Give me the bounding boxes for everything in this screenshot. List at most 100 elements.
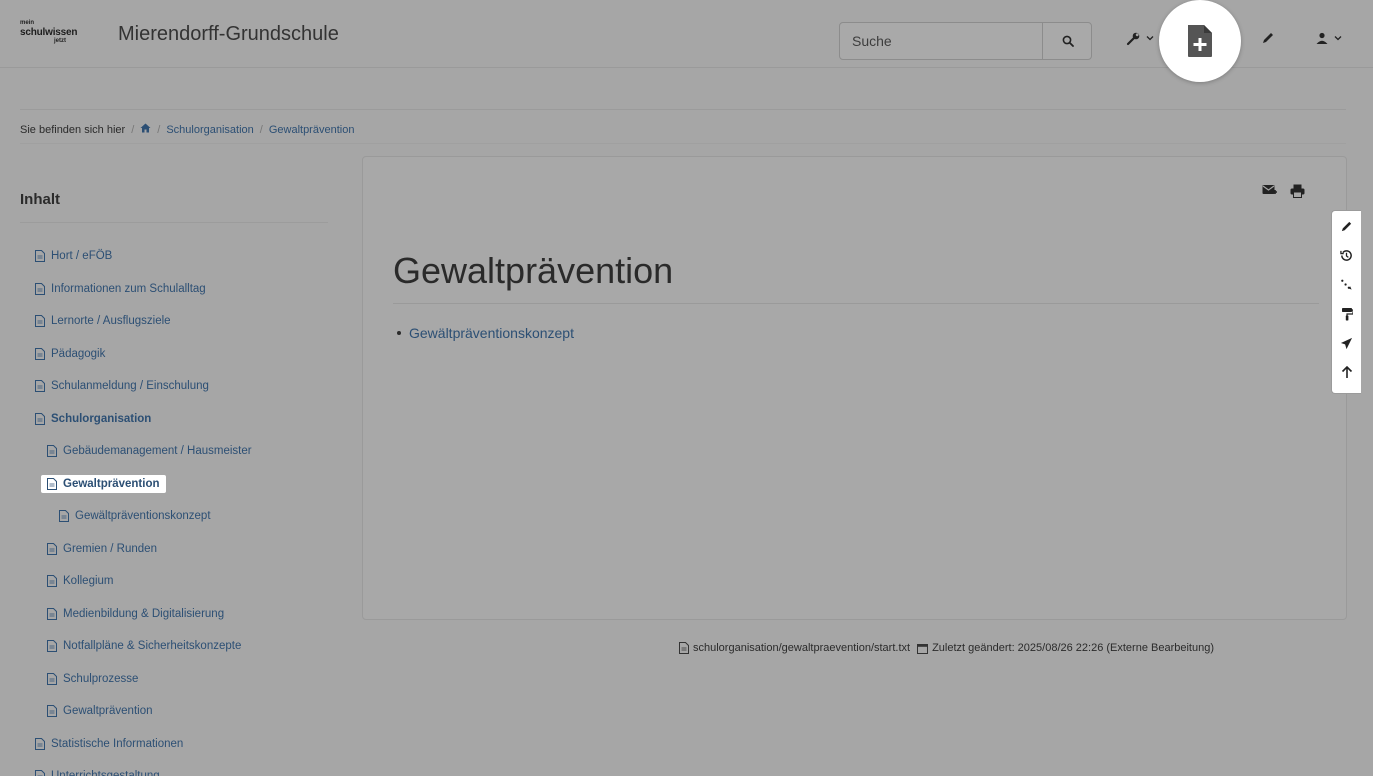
card-toolbar xyxy=(1262,184,1305,203)
paint-roller-icon xyxy=(1341,307,1354,321)
page-tool-backlinks[interactable] xyxy=(1340,278,1353,296)
create-page-button[interactable] xyxy=(1159,0,1241,82)
site-title[interactable]: Mierendorff-Grundschule xyxy=(118,23,339,46)
document-path: schulorganisation/gewaltpraevention/star… xyxy=(693,642,911,654)
sidebar-item[interactable]: Lernorte / Ausflugsziele xyxy=(35,315,171,327)
content-link-list: Gewältpräventionskonzept xyxy=(397,325,574,341)
sidebar-item[interactable]: Unterrichtsgestaltung xyxy=(35,770,160,776)
sidebar-item[interactable]: Medienbildung & Digitalisierung xyxy=(47,607,225,620)
sidebar-item-label: Statistische Informationen xyxy=(51,737,184,750)
site-header: mein schulwissen jetzt Mierendorff-Grund… xyxy=(0,0,1373,82)
title-divider xyxy=(393,303,1319,304)
page-title: Gewaltprävention xyxy=(393,250,674,291)
page-icon xyxy=(47,705,57,717)
page-tool-format[interactable] xyxy=(1341,307,1354,326)
backlinks-icon xyxy=(1341,279,1352,290)
breadcrumb-home-link[interactable] xyxy=(140,123,151,136)
sidebar-item-label: Gewältpräventionskonzept xyxy=(75,510,211,522)
search-button[interactable] xyxy=(1042,23,1092,59)
page-tool-edit[interactable] xyxy=(1340,220,1353,238)
send-icon xyxy=(1340,337,1353,349)
sidebar-item-label: Schulanmeldung / Einschulung xyxy=(51,380,209,392)
sidebar-item[interactable]: Kollegium xyxy=(47,575,114,587)
breadcrumb-prefix: Sie befinden sich hier xyxy=(20,123,126,136)
page-tool-send[interactable] xyxy=(1340,337,1353,355)
sidebar-item-label: Kollegium xyxy=(63,575,114,587)
page-tools-rail xyxy=(1331,210,1361,394)
logo-text-bottom: jetzt xyxy=(54,38,66,44)
home-icon xyxy=(140,123,151,133)
search-input[interactable] xyxy=(840,23,1042,59)
sidebar-item-label: Informationen zum Schulalltag xyxy=(51,282,206,295)
history-icon xyxy=(1340,250,1352,262)
logo-text-main: schulwissen xyxy=(20,27,78,38)
site-logo[interactable]: mein schulwissen jetzt xyxy=(20,20,92,50)
breadcrumb-separator: / xyxy=(157,123,161,136)
sidebar-item[interactable]: Hort / eFÖB xyxy=(35,250,112,262)
page-tool-back-to-top[interactable] xyxy=(1341,365,1353,384)
sidebar-item-label: Schulprozesse xyxy=(63,672,139,685)
sidebar-item[interactable]: Schulprozesse xyxy=(47,672,139,685)
sidebar-item-label: Gewaltprävention xyxy=(63,477,160,490)
sidebar-item-current[interactable]: Gewaltprävention xyxy=(41,474,166,493)
breadcrumb-link-schulorganisation[interactable]: Schulorganisation xyxy=(166,124,253,136)
bullet xyxy=(397,331,401,335)
page-icon xyxy=(35,315,45,327)
send-mail-button[interactable] xyxy=(1262,184,1278,203)
sidebar-item-label: Gewaltprävention xyxy=(63,705,153,717)
sidebar-item[interactable]: Gewaltprävention xyxy=(47,705,153,717)
page-icon xyxy=(47,672,57,685)
page-icon xyxy=(47,607,57,620)
sidebar-item-label: Gebäudemanagement / Hausmeister xyxy=(63,445,252,457)
page-icon xyxy=(35,737,45,750)
toc-title: Inhalt xyxy=(20,191,60,208)
print-button[interactable] xyxy=(1290,184,1305,203)
sidebar-item-label: Unterrichtsgestaltung xyxy=(51,770,160,776)
new-page-icon xyxy=(1188,25,1212,57)
breadcrumb-link-current[interactable]: Gewaltprävention xyxy=(269,124,355,136)
page-icon xyxy=(47,445,57,457)
search-form xyxy=(839,22,1092,60)
user-menu-button[interactable] xyxy=(1306,24,1350,52)
page-icon xyxy=(35,412,45,425)
breadcrumb-separator: / xyxy=(259,123,263,136)
search-icon xyxy=(1062,35,1074,47)
page-icon xyxy=(47,575,57,587)
sidebar-item[interactable]: Statistische Informationen xyxy=(35,737,184,750)
page-icon xyxy=(35,250,45,262)
sidebar-item[interactable]: Pädagogik xyxy=(35,347,106,360)
sidebar-item-label: Medienbildung & Digitalisierung xyxy=(63,607,225,620)
sidebar-item[interactable]: Gebäudemanagement / Hausmeister xyxy=(47,445,252,457)
sidebar-item-label: Pädagogik xyxy=(51,347,106,360)
calendar-icon xyxy=(917,643,929,654)
sidebar-item[interactable]: Schulanmeldung / Einschulung xyxy=(35,380,209,392)
arrow-up-icon xyxy=(1341,365,1352,378)
breadcrumb-divider xyxy=(20,143,1346,144)
wrench-icon xyxy=(1126,32,1140,46)
sidebar-item[interactable]: Notfallpläne & Sicherheitskonzepte xyxy=(47,640,241,652)
page-icon xyxy=(35,770,45,776)
file-icon xyxy=(679,642,689,654)
document-info: schulorganisation/gewaltpraevention/star… xyxy=(679,642,1214,654)
page-icon xyxy=(35,380,45,392)
sidebar-item-label: Hort / eFÖB xyxy=(51,250,113,262)
edit-page-button[interactable] xyxy=(1256,26,1280,50)
chevron-down-icon xyxy=(1334,36,1341,41)
header-divider xyxy=(20,109,1346,110)
list-item: Gewältpräventionskonzept xyxy=(397,325,574,341)
page-icon xyxy=(35,347,45,360)
admin-tools-button[interactable] xyxy=(1118,24,1162,52)
sidebar-item-label: Gremien / Runden xyxy=(63,542,157,555)
content-link-gewaltpraeventionskonzept[interactable]: Gewältpräventionskonzept xyxy=(409,325,574,341)
mail-icon xyxy=(1262,185,1277,194)
sidebar-item[interactable]: Informationen zum Schulalltag xyxy=(35,282,206,295)
toc-divider xyxy=(20,222,328,223)
breadcrumb-separator: / xyxy=(131,123,135,136)
page-icon xyxy=(35,282,45,295)
content-card xyxy=(362,156,1347,620)
sidebar-item[interactable]: Schulorganisation xyxy=(35,412,151,425)
sidebar-item[interactable]: Gewältpräventionskonzept xyxy=(59,510,211,522)
page-tool-revisions[interactable] xyxy=(1340,249,1353,267)
pencil-icon xyxy=(1341,222,1352,232)
sidebar-item[interactable]: Gremien / Runden xyxy=(47,542,157,555)
